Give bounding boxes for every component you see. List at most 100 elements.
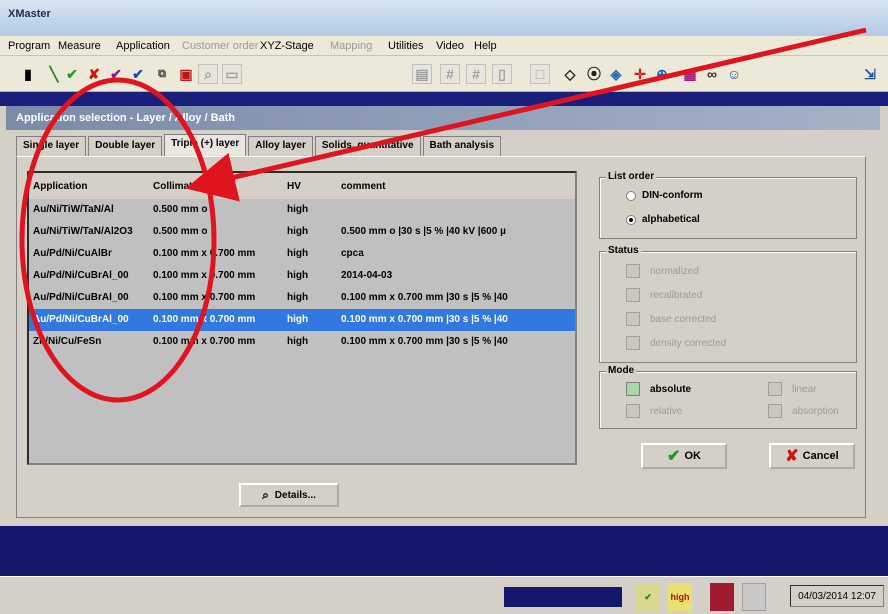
tab-solids-quantitative[interactable]: Solids, quantitative — [314, 136, 421, 156]
list-item[interactable]: Au/Ni/TiW/TaN/Al2O3 0.500 mm o high 0.50… — [29, 221, 575, 243]
eraser-icon[interactable]: ◇ — [560, 64, 580, 84]
tab-strip: Single layer Double layer Triple (+) lay… — [16, 134, 503, 156]
menu-program[interactable]: Program — [8, 40, 50, 52]
tab-triple-layer[interactable]: Triple (+) layer — [164, 134, 247, 156]
radio-din-conform[interactable]: DIN-conform — [626, 190, 703, 201]
list-item[interactable]: Au/Pd/Ni/CuBrAl_00 0.100 mm x 0.700 mm h… — [29, 287, 575, 309]
application-selection-dialog: Application selection - Layer / Alloy / … — [6, 106, 880, 526]
cell-collimator: 0.500 mm o — [153, 226, 208, 237]
open-file-icon[interactable]: ▮ — [18, 64, 38, 84]
menu-customer-order[interactable]: Customer order — [182, 40, 258, 52]
cell-collimator: 0.500 mm o — [153, 204, 208, 215]
pencil-icon[interactable]: ╲ — [44, 64, 64, 84]
cell-hv: high — [287, 270, 309, 281]
users-icon[interactable]: ☺ — [724, 64, 744, 84]
tab-alloy-layer[interactable]: Alloy layer — [248, 136, 313, 156]
cell-hv: high — [287, 292, 309, 303]
details-button[interactable]: ⌕ Details... — [239, 483, 339, 507]
checkbox-box — [768, 404, 782, 418]
cell-collimator: 0.100 mm x 0.700 mm — [153, 292, 256, 303]
col-header-comment[interactable]: comment — [341, 181, 385, 192]
checkbox-linear[interactable]: linear — [768, 382, 816, 396]
list-item[interactable]: Au/Pd/Ni/CuBrAl_00 0.100 mm x 0.700 mm h… — [29, 265, 575, 287]
cell-collimator: 0.100 mm x 0.700 mm — [153, 270, 256, 281]
cancel-label: Cancel — [802, 450, 839, 462]
checkbox-absorption[interactable]: absorption — [768, 404, 839, 418]
magnifier-icon: ⌕ — [262, 487, 269, 502]
delete-icon[interactable]: ▣ — [176, 64, 196, 84]
mode-status-icon: ✔ — [636, 583, 660, 611]
cell-comment: 0.100 mm x 0.700 mm |30 s |5 % |40 — [341, 314, 508, 325]
checkbox-recalibrated: recalibrated — [626, 288, 702, 302]
spectrum-icon[interactable]: ▤ — [412, 64, 432, 84]
chart-icon[interactable]: ▦ — [680, 64, 700, 84]
tab-single-layer[interactable]: Single layer — [16, 136, 87, 156]
workspace-lower — [0, 526, 888, 576]
menu-xyz-stage[interactable]: XYZ-Stage — [260, 40, 314, 52]
col-header-application[interactable]: Application — [33, 181, 87, 192]
col-header-hv[interactable]: HV — [287, 181, 301, 192]
menu-application[interactable]: Application — [116, 40, 170, 52]
crosshair-icon[interactable]: ✛ — [630, 64, 650, 84]
tab-double-layer[interactable]: Double layer — [88, 136, 163, 156]
ok-label: OK — [684, 450, 701, 462]
cell-application: Au/Pd/Ni/CuBrAl_00 — [33, 314, 129, 325]
grid-icon[interactable]: # — [440, 64, 460, 84]
filter-icon[interactable]: ⌕ — [198, 64, 218, 84]
check-purple-icon[interactable]: ✔ — [106, 64, 126, 84]
radio-alphabetical[interactable]: alphabetical — [626, 214, 700, 225]
col-header-collimator[interactable]: Collimator — [153, 181, 202, 192]
stage-icon[interactable]: ▯ — [492, 64, 512, 84]
menu-help[interactable]: Help — [474, 40, 497, 52]
cross-red-icon[interactable]: ✘ — [84, 64, 104, 84]
details-label: Details... — [274, 489, 316, 501]
zoom-icon[interactable]: ⊕ — [652, 64, 672, 84]
check-blue-icon[interactable]: ✔ — [128, 64, 148, 84]
menu-utilities[interactable]: Utilities — [388, 40, 423, 52]
checkbox-label: linear — [792, 383, 817, 395]
app-window: XMaster Program Measure Application Cust… — [0, 0, 888, 614]
camera-icon[interactable]: ◈ — [606, 64, 626, 84]
status-group: Status normalized recalibrated base corr… — [599, 245, 857, 363]
list-item[interactable]: Au/Pd/Ni/CuAlBr 0.100 mm x 0.700 mm high… — [29, 243, 575, 265]
title-bar: XMaster — [0, 0, 888, 36]
checkbox-relative[interactable]: relative — [626, 404, 682, 418]
app-title: XMaster — [8, 8, 51, 20]
cancel-button[interactable]: ✘ Cancel — [769, 443, 855, 469]
copy-icon[interactable]: ⧉ — [152, 64, 172, 84]
ok-button[interactable]: ✔ OK — [641, 443, 727, 469]
cell-collimator: 0.100 mm x 0.700 mm — [153, 336, 256, 347]
menu-bar: Program Measure Application Customer ord… — [0, 36, 888, 56]
checkbox-label: relative — [650, 405, 683, 417]
status-bar: ✔ high 04/03/2014 12:07 — [0, 576, 888, 614]
checkbox-label: absolute — [650, 383, 692, 395]
checkbox-box — [768, 382, 782, 396]
cross-icon: ✘ — [785, 448, 799, 465]
list-item-selected[interactable]: Au/Pd/Ni/CuBrAl_00 0.100 mm x 0.700 mm h… — [29, 309, 575, 331]
blank-status-icon — [742, 583, 766, 611]
grid-small-icon[interactable]: # — [466, 64, 486, 84]
radio-label: DIN-conform — [642, 190, 703, 201]
cell-application: Au/Pd/Ni/CuAlBr — [33, 248, 112, 259]
window-icon[interactable]: □ — [530, 64, 550, 84]
menu-video[interactable]: Video — [436, 40, 464, 52]
list-item[interactable]: Zn/Ni/Cu/FeSn 0.100 mm x 0.700 mm high 0… — [29, 331, 575, 353]
checkbox-box — [626, 264, 640, 278]
checkbox-density-corrected: density corrected — [626, 336, 726, 350]
checkbox-absolute[interactable]: absolute — [626, 382, 691, 396]
list-item[interactable]: Au/Ni/TiW/TaN/Al 0.500 mm o high — [29, 199, 575, 221]
cell-application: Au/Ni/TiW/TaN/Al — [33, 204, 114, 215]
application-list[interactable]: Application Collimator HV comment Au/Ni/… — [27, 171, 577, 465]
menu-measure[interactable]: Measure — [58, 40, 101, 52]
binoculars-icon[interactable]: ∞ — [702, 64, 722, 84]
toolbar: ▮ ╲ ✔ ✘ ✔ ✔ ⧉ ▣ ⌕ ▭ ▤ # # ▯ □ ◇ ⦿ ◈ ✛ ⊕ … — [0, 56, 888, 92]
measure-icon[interactable]: ⦿ — [584, 64, 604, 84]
image-icon[interactable]: ▭ — [222, 64, 242, 84]
progress-field — [504, 587, 622, 607]
checkbox-box — [626, 404, 640, 418]
tab-bath-analysis[interactable]: Bath analysis — [422, 136, 502, 156]
mode-group: Mode absolute linear relative absorption — [599, 365, 857, 429]
menu-mapping[interactable]: Mapping — [330, 40, 372, 52]
export-icon[interactable]: ⇲ — [860, 64, 880, 84]
check-green-icon[interactable]: ✔ — [62, 64, 82, 84]
